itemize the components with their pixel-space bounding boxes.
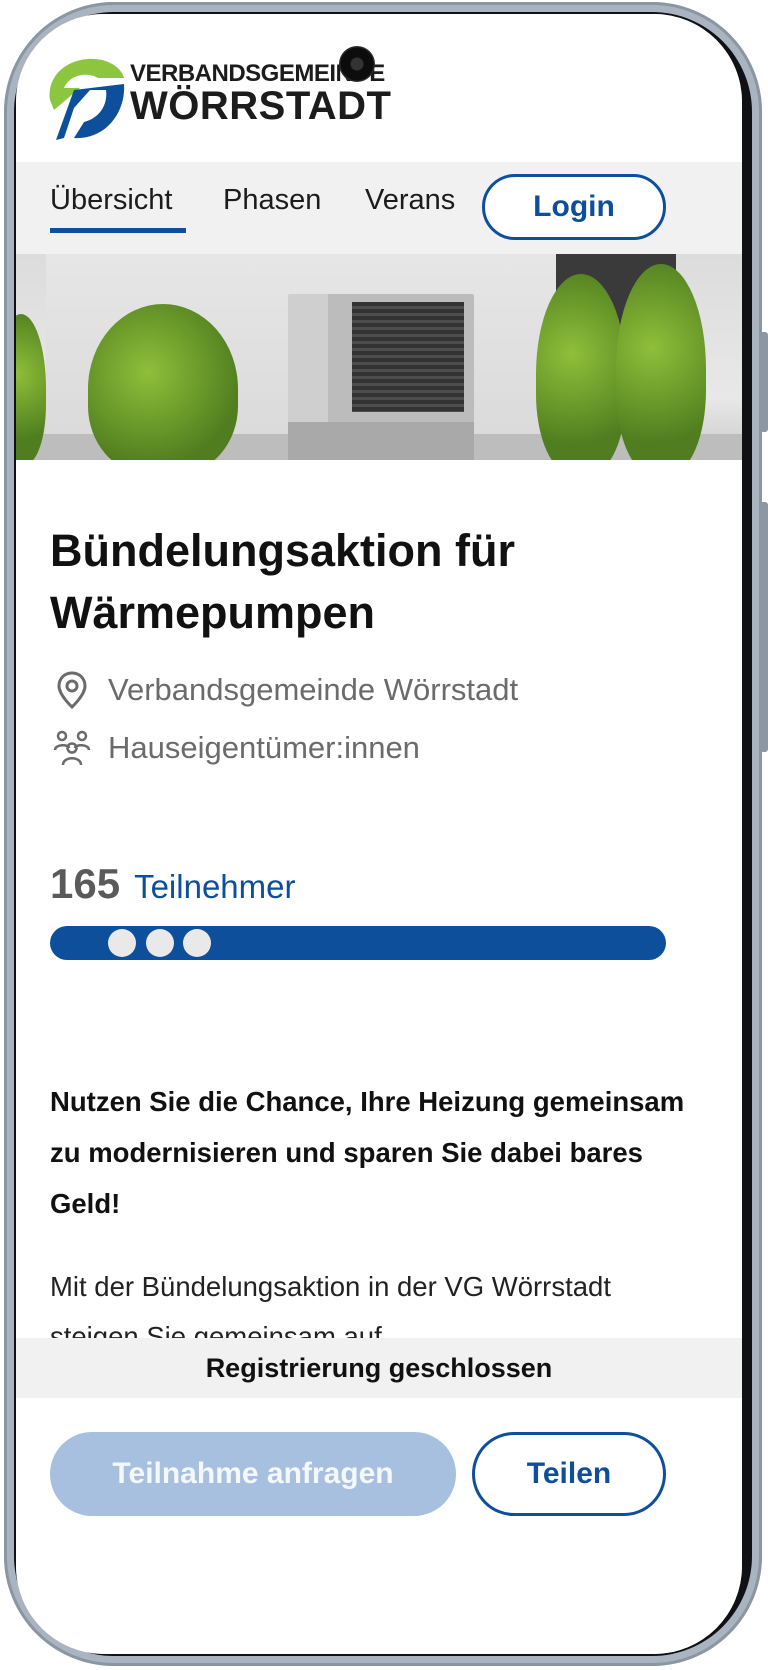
heat-pump-base [288, 422, 474, 460]
bush [88, 304, 238, 460]
action-footer: Teilnahme anfragen Teilen [16, 1398, 742, 1654]
location-row: Verbandsgemeinde Wörrstadt [52, 668, 518, 712]
active-tab-indicator [50, 228, 186, 233]
volume-button [760, 502, 768, 752]
intro-text: Nutzen Sie die Chance, Ihre Heizung geme… [50, 1086, 685, 1219]
heat-pump-grille [352, 302, 464, 412]
avatar [183, 929, 211, 957]
bush [16, 314, 46, 460]
bush [616, 264, 706, 460]
share-button[interactable]: Teilen [472, 1432, 666, 1516]
hero-image [16, 254, 742, 460]
location-text: Verbandsgemeinde Wörrstadt [108, 672, 519, 707]
camera-icon [339, 46, 375, 82]
tab-phases[interactable]: Phasen [223, 184, 321, 217]
logo-title: WÖRRSTADT [130, 84, 392, 128]
registration-status: Registrierung geschlossen [16, 1338, 742, 1398]
description-text: Mit der Bündelungsaktion in der VG Wörrs… [50, 1271, 611, 1348]
bush [536, 274, 626, 460]
participants-bar [50, 926, 666, 960]
audience-text: Hauseigentümer:innen [108, 730, 420, 765]
audience-row: Hauseigentümer:innen [52, 726, 420, 770]
screen: VERBANDSGEMEINDE WÖRRSTADT Übersicht Pha… [16, 14, 742, 1654]
people-icon [52, 728, 92, 768]
avatar [108, 929, 136, 957]
project-title: Bündelungsaktion für Wärmepumpen [50, 525, 515, 638]
power-button [760, 332, 768, 432]
participants-label: Teilnehmer [134, 868, 296, 905]
login-button[interactable]: Login [482, 174, 666, 240]
tab-overview[interactable]: Übersicht [50, 184, 173, 217]
logo-icon [49, 58, 125, 140]
participants-counter: 165 Teilnehmer [50, 860, 296, 908]
avatar [146, 929, 174, 957]
location-pin-icon [52, 670, 92, 710]
request-participation-button[interactable]: Teilnahme anfragen [50, 1432, 456, 1516]
header: VERBANDSGEMEINDE WÖRRSTADT [16, 14, 742, 162]
participants-count: 165 [50, 860, 121, 907]
top-nav: Übersicht Phasen Verans Login [16, 162, 742, 254]
tab-events[interactable]: Verans [365, 184, 459, 217]
